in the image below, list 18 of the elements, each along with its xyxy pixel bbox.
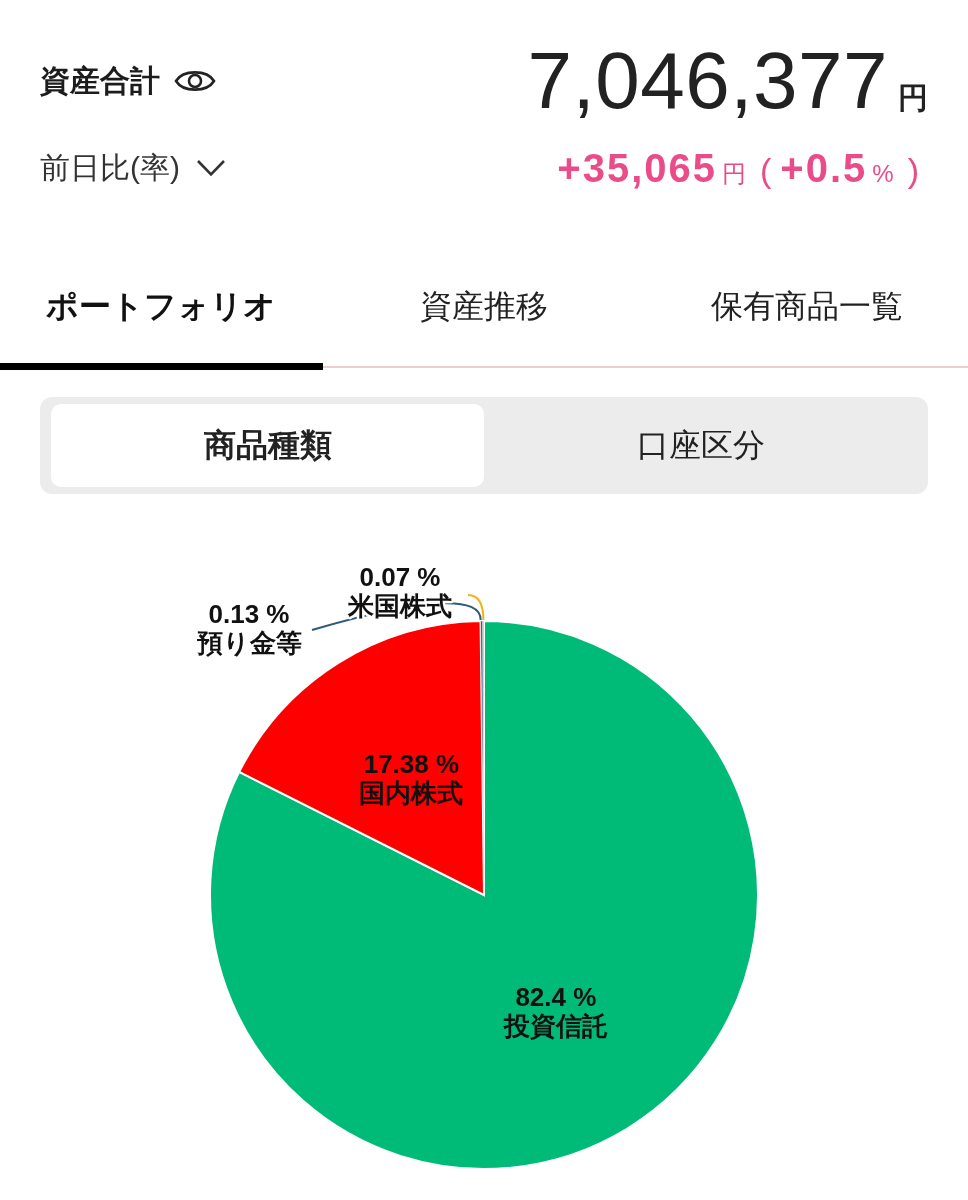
tab[interactable]: 資産推移 xyxy=(322,264,646,370)
segment-tab[interactable]: 口座区分 xyxy=(484,404,917,487)
chevron-down-icon xyxy=(196,159,226,177)
percent-label: 0.13 % xyxy=(208,599,290,629)
total-assets-value: 7,046,377 xyxy=(527,41,888,121)
category-label: 投資信託 xyxy=(503,1010,608,1041)
percent-label: 17.38 % xyxy=(363,748,460,779)
comparison-dropdown[interactable]: 前日比(率) xyxy=(40,147,226,189)
percent-label: 82.4 % xyxy=(515,981,597,1012)
currency-unit: 円 xyxy=(898,80,928,116)
segment-tab[interactable]: 商品種類 xyxy=(51,404,484,487)
tab[interactable]: 保有商品一覧 xyxy=(645,264,968,370)
total-assets-label: 資産合計 xyxy=(40,62,160,99)
percent-label: 0.07 % xyxy=(359,562,441,592)
category-label: 国内株式 xyxy=(359,777,464,808)
daily-change: +35,065 円 ( +0.5% ) xyxy=(557,145,920,191)
category-label: 預り金等 xyxy=(196,628,302,658)
tab[interactable]: ポートフォリオ xyxy=(0,264,323,370)
